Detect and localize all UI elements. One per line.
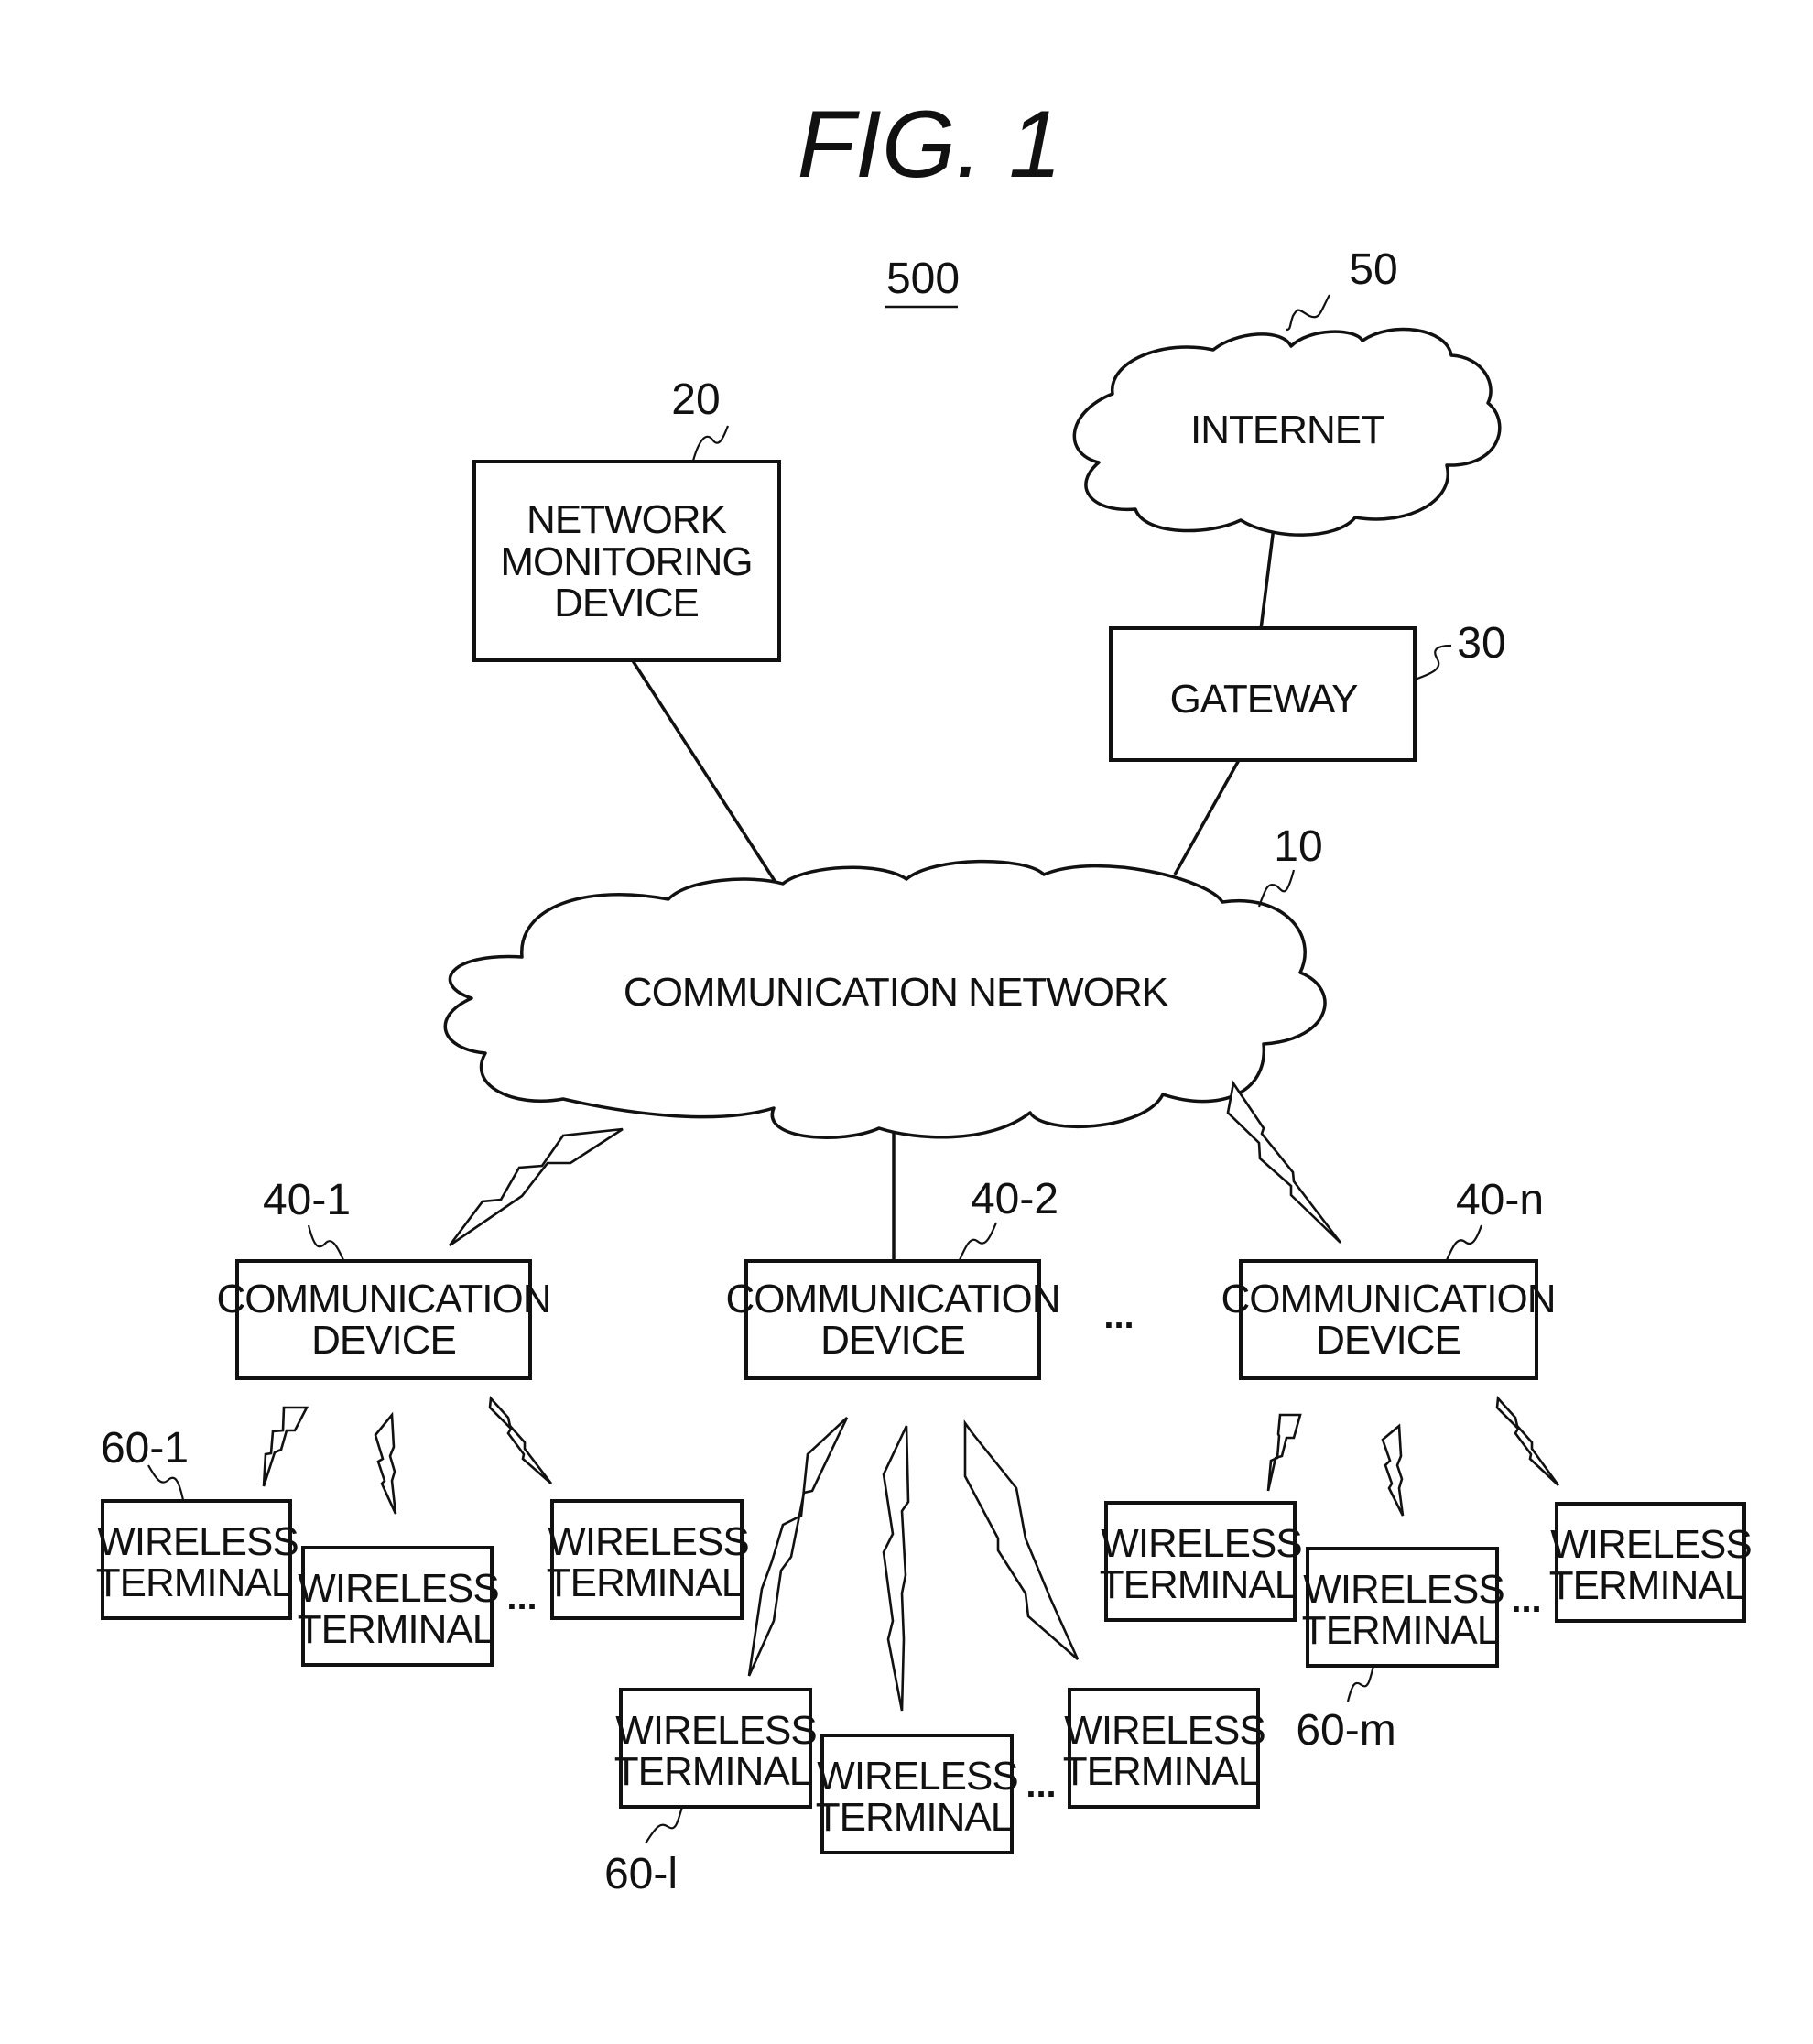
wireless-link-40-1-terminal-2-icon bbox=[374, 1411, 397, 1515]
ellipsis-devices: ... bbox=[1103, 1296, 1134, 1336]
communication-device-40-n[interactable]: 40-n COMMUNICATION DEVICE bbox=[1221, 1176, 1557, 1380]
figure-title: FIG. 1 bbox=[798, 92, 1062, 198]
internet-label: INTERNET bbox=[1190, 408, 1384, 452]
monitor-ref-leader bbox=[691, 425, 730, 462]
device-40-1-ref-label: 40-1 bbox=[263, 1176, 351, 1224]
wireless-link-40-n-terminal-1-icon bbox=[1266, 1413, 1302, 1492]
ellipsis-terminals: ... bbox=[1511, 1580, 1541, 1620]
link-internet-to-gateway bbox=[1259, 527, 1276, 630]
wireless-terminal-label-line-2: TERMINAL bbox=[1549, 1563, 1746, 1608]
gateway[interactable]: 30 GATEWAY bbox=[1109, 619, 1506, 762]
terminal-60-m-ref-label: 60-m bbox=[1296, 1706, 1395, 1755]
device-40-n-label-line-2: DEVICE bbox=[1316, 1318, 1460, 1363]
wireless-terminal[interactable]: WIRELESS TERMINAL bbox=[1063, 1688, 1266, 1809]
gateway-ref-leader bbox=[1414, 644, 1452, 681]
terminal-60-m-ref-leader bbox=[1346, 1665, 1375, 1702]
wireless-terminal-60-l[interactable]: WIRELESS TERMINAL 60-l bbox=[604, 1688, 818, 1898]
wireless-terminal-label-line-2: TERMINAL bbox=[96, 1560, 293, 1605]
internet-ref-label: 50 bbox=[1349, 245, 1397, 294]
ellipsis-terminals: ... bbox=[506, 1577, 537, 1617]
wireless-terminal-label-line-2: TERMINAL bbox=[1100, 1562, 1297, 1607]
wireless-terminal-label-line-2: TERMINAL bbox=[298, 1607, 494, 1652]
network-ref-leader bbox=[1257, 869, 1296, 908]
system-ref-label: 500 bbox=[886, 255, 960, 303]
device-40-1-label-line-1: COMMUNICATION bbox=[216, 1277, 550, 1321]
gateway-ref-label: 30 bbox=[1457, 619, 1505, 668]
network-diagram: FIG. 1 500 50 INTERNET 20 NETWORK MONITO… bbox=[96, 92, 1753, 1898]
wireless-link-40-2-terminal-1-icon bbox=[747, 1417, 849, 1677]
wireless-terminal-label-line-2: TERMINAL bbox=[1302, 1608, 1499, 1653]
wireless-terminal[interactable]: WIRELESS TERMINAL bbox=[1549, 1502, 1753, 1623]
internet-cloud: 50 INTERNET bbox=[1072, 245, 1502, 537]
wireless-link-network-to-40-1-icon bbox=[448, 1127, 624, 1247]
network-ref-label: 10 bbox=[1274, 822, 1322, 871]
wireless-terminal-group-40-1: WIRELESS TERMINAL 60-1 WIRELESS TERMINAL… bbox=[96, 1424, 750, 1667]
wireless-terminal-label-line-1: WIRELESS bbox=[298, 1566, 498, 1611]
wireless-terminal-label-line-1: WIRELESS bbox=[1303, 1567, 1504, 1612]
link-monitor-to-network bbox=[630, 658, 778, 885]
device-40-2-ref-label: 40-2 bbox=[971, 1175, 1058, 1223]
wireless-terminal-60-m[interactable]: WIRELESS TERMINAL 60-m bbox=[1296, 1547, 1505, 1755]
wireless-link-40-2-terminal-2-icon bbox=[882, 1425, 910, 1712]
wireless-terminal-label-line-1: WIRELESS bbox=[548, 1519, 748, 1564]
wireless-terminal[interactable]: WIRELESS TERMINAL bbox=[1100, 1501, 1303, 1622]
monitor-ref-label: 20 bbox=[671, 375, 720, 424]
device-40-1-label-line-2: DEVICE bbox=[311, 1318, 456, 1363]
wireless-link-40-1-terminal-1-icon bbox=[262, 1406, 309, 1487]
wireless-terminal-label-line-1: WIRELESS bbox=[1550, 1522, 1751, 1567]
wireless-terminal-label-line-1: WIRELESS bbox=[1101, 1521, 1301, 1566]
wireless-terminal-label-line-1: WIRELESS bbox=[97, 1519, 298, 1564]
wireless-link-40-2-terminal-3-icon bbox=[963, 1419, 1080, 1660]
device-40-2-ref-leader bbox=[958, 1222, 998, 1261]
network-label: COMMUNICATION NETWORK bbox=[624, 970, 1168, 1015]
wireless-terminal-label-line-2: TERMINAL bbox=[1063, 1749, 1260, 1794]
wireless-terminal-label-line-2: TERMINAL bbox=[816, 1795, 1013, 1840]
wireless-terminal-label-line-1: WIRELESS bbox=[817, 1754, 1017, 1799]
wireless-terminal-label-line-2: TERMINAL bbox=[547, 1560, 744, 1605]
wireless-link-40-n-terminal-2-icon bbox=[1381, 1423, 1405, 1517]
ellipsis-terminals: ... bbox=[1026, 1765, 1056, 1805]
wireless-terminal[interactable]: WIRELESS TERMINAL bbox=[816, 1734, 1019, 1854]
wireless-terminal-group-40-2: WIRELESS TERMINAL 60-l WIRELESS TERMINAL… bbox=[604, 1688, 1266, 1898]
terminal-60-1-ref-label: 60-1 bbox=[101, 1424, 189, 1473]
wireless-terminal-label-line-1: WIRELESS bbox=[615, 1708, 816, 1753]
internet-ref-leader bbox=[1286, 294, 1330, 332]
wireless-terminal[interactable]: WIRELESS TERMINAL bbox=[547, 1499, 750, 1620]
wireless-link-40-n-terminal-3-icon bbox=[1495, 1395, 1560, 1486]
wireless-terminal-label-line-2: TERMINAL bbox=[614, 1749, 811, 1794]
wireless-terminal[interactable]: WIRELESS TERMINAL bbox=[298, 1546, 500, 1667]
terminal-60-l-ref-leader bbox=[645, 1806, 684, 1844]
link-gateway-to-network bbox=[1173, 759, 1241, 875]
device-40-1-ref-leader bbox=[307, 1224, 345, 1261]
monitor-label-line-3: DEVICE bbox=[554, 581, 699, 625]
network-monitoring-device[interactable]: 20 NETWORK MONITORING DEVICE bbox=[472, 375, 781, 662]
wireless-terminal-label-line-1: WIRELESS bbox=[1064, 1708, 1265, 1753]
wireless-link-network-to-40-n-icon bbox=[1226, 1080, 1342, 1244]
gateway-label: GATEWAY bbox=[1170, 677, 1359, 722]
device-40-n-label-line-1: COMMUNICATION bbox=[1221, 1277, 1555, 1321]
monitor-label-line-1: NETWORK bbox=[527, 497, 727, 542]
device-40-2-label-line-2: DEVICE bbox=[820, 1318, 965, 1363]
monitor-label-line-2: MONITORING bbox=[500, 539, 752, 584]
device-40-n-ref-leader bbox=[1445, 1224, 1483, 1261]
device-40-n-ref-label: 40-n bbox=[1456, 1176, 1544, 1224]
terminal-60-l-ref-label: 60-l bbox=[604, 1850, 678, 1898]
device-40-2-label-line-1: COMMUNICATION bbox=[725, 1277, 1059, 1321]
wireless-link-40-1-terminal-3-icon bbox=[488, 1395, 553, 1484]
communication-network-cloud: 10 COMMUNICATION NETWORK bbox=[443, 822, 1327, 1139]
